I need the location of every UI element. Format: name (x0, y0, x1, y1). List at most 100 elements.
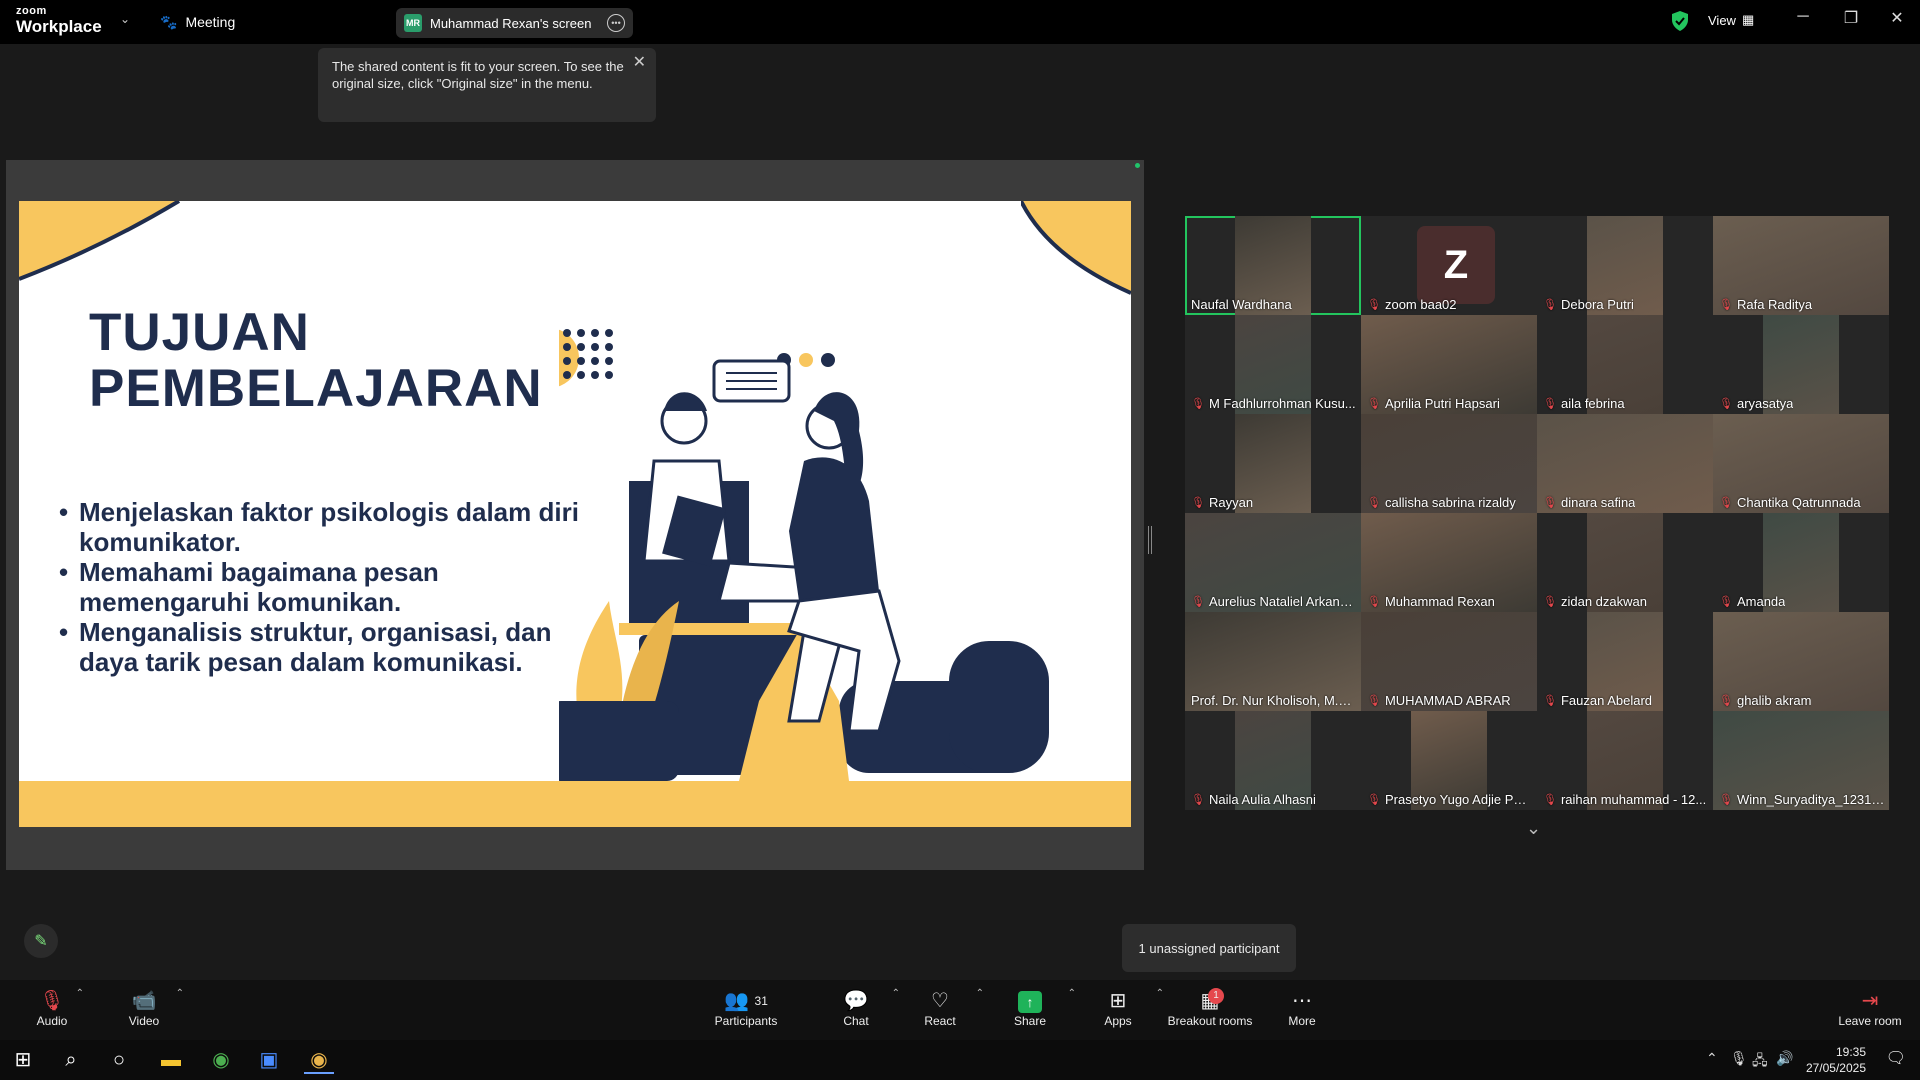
participant-tile[interactable]: 🎙 Aurelius Nataliel Arkana... (1185, 513, 1361, 612)
mic-off-icon: 🎙 (1719, 398, 1733, 410)
zoom-taskbar-icon[interactable]: ▣ (254, 1046, 284, 1074)
consultation-illustration (559, 329, 1049, 781)
participant-tile[interactable]: 🎙 dinara safina (1537, 414, 1713, 513)
chat-icon: 💬 (843, 990, 869, 1012)
notification-icon[interactable]: 🗨 (1886, 1048, 1906, 1068)
search-icon[interactable]: ⌕ (56, 1046, 86, 1074)
microphone-icon[interactable]: 🎙 (1730, 1050, 1748, 1067)
chevron-up-icon[interactable]: ⌃ (976, 988, 984, 999)
mic-off-icon: 🎙 (1367, 398, 1381, 410)
participant-name-bar: 🎙 callisha sabrina rizaldy (1367, 495, 1533, 510)
chevron-up-icon[interactable]: ⌃ (1068, 988, 1076, 999)
file-explorer-icon[interactable]: ▬ (156, 1046, 186, 1074)
participant-tile[interactable]: 🎙 MUHAMMAD ABRAR (1361, 612, 1537, 711)
shared-screen[interactable]: TUJUAN PEMBELAJARAN Menjelaskan faktor p… (6, 160, 1144, 870)
participants-count: 31 (754, 994, 768, 1008)
participant-name-bar: 🎙 aryasatya (1719, 396, 1885, 411)
participant-tile[interactable]: Naufal Wardhana (1185, 216, 1361, 315)
logo-line2: Workplace (16, 17, 102, 36)
participant-tile[interactable]: 🎙 Rafa Raditya (1713, 216, 1889, 315)
slide-title: TUJUAN PEMBELAJARAN (89, 305, 543, 417)
participant-tile[interactable]: Prof. Dr. Nur Kholisoh, M.Si... (1185, 612, 1361, 711)
participant-name: Prof. Dr. Nur Kholisoh, M.Si... (1191, 693, 1357, 708)
windows-start-icon[interactable]: ⊞ (8, 1046, 38, 1074)
volume-icon[interactable]: 🔊 (1776, 1050, 1793, 1067)
minimize-icon[interactable]: ─ (1788, 8, 1818, 26)
mic-off-icon: 🎙 (1191, 497, 1205, 509)
video-off-icon: 📹 (131, 990, 157, 1012)
participant-tile[interactable]: 🎙 raihan muhammad - 12... (1537, 711, 1713, 810)
participant-tile[interactable]: 🎙 Muhammad Rexan (1361, 513, 1537, 612)
clock-time: 19:35 (1835, 1045, 1866, 1059)
audio-button[interactable]: 🎙 Audio ⌃ (12, 988, 92, 1028)
participants-icon: 👥 31 (724, 990, 768, 1012)
participant-tile[interactable]: 🎙 aila febrina (1537, 315, 1713, 414)
mic-off-icon: 🎙 (1191, 596, 1205, 608)
chrome-icon[interactable]: ◉ (304, 1046, 334, 1074)
participants-button[interactable]: 👥 31 Participants (706, 988, 786, 1028)
resize-handle[interactable] (1148, 526, 1152, 554)
screen-share-indicator[interactable]: MR Muhammad Rexan's screen ••• (396, 8, 633, 38)
view-button[interactable]: View ▦ (1708, 12, 1754, 28)
windows-taskbar: ⊞ ⌕ ○ ▬ ◉ ▣ ◉ ⌃ 🎙 🖧 🔊 19:35 27/05/2025 🗨 (0, 1040, 1920, 1080)
apps-button[interactable]: ⊞ Apps ⌃ (1078, 988, 1164, 1028)
participant-tile[interactable]: 🎙 Winn_Suryaditya_123100... (1713, 711, 1889, 810)
chevron-down-icon[interactable]: ⌄ (1526, 818, 1541, 839)
video-button[interactable]: 📹 Video ⌃ (104, 988, 184, 1028)
close-icon[interactable]: ✕ (1882, 8, 1912, 28)
objective-item: Memahami bagaimana pesan memengaruhi kom… (59, 557, 579, 617)
participant-tile[interactable]: 🎙 Rayyan (1185, 414, 1361, 513)
participant-name: MUHAMMAD ABRAR (1384, 693, 1511, 708)
chevron-down-icon[interactable]: ⌄ (120, 12, 130, 26)
participant-tile[interactable]: 🎙 Naila Aulia Alhasni (1185, 711, 1361, 810)
participant-name-bar: 🎙 aila febrina (1543, 396, 1709, 411)
participant-tile[interactable]: 🎙 Aprilia Putri Hapsari (1361, 315, 1537, 414)
participant-tile[interactable]: 🎙 aryasatya (1713, 315, 1889, 414)
share-screen-icon: ↑ (1018, 991, 1042, 1013)
participant-name: Prasetyo Yugo Adjie Pan... (1384, 792, 1533, 807)
chat-button[interactable]: 💬 Chat ⌃ (816, 988, 900, 1028)
participant-name: zidan dzakwan (1560, 594, 1647, 609)
participant-name: ghalib akram (1736, 693, 1812, 708)
participant-tile[interactable]: 🎙 Debora Putri (1537, 216, 1713, 315)
participant-tile[interactable]: 🎙 Chantika Qatrunnada (1713, 414, 1889, 513)
objectives-list: Menjelaskan faktor psikologis dalam diri… (59, 497, 579, 677)
leave-label: Leave room (1838, 1014, 1902, 1028)
participant-name-bar: 🎙 MUHAMMAD ABRAR (1367, 693, 1533, 708)
chrome-icon[interactable]: ◉ (206, 1046, 236, 1074)
task-view-icon[interactable]: ○ (104, 1046, 134, 1074)
participant-name: Chantika Qatrunnada (1736, 495, 1861, 510)
restore-icon[interactable]: ❐ (1836, 8, 1866, 28)
participant-name: Rayyan (1208, 495, 1254, 510)
participant-tile[interactable]: 🎙 Fauzan Abelard (1537, 612, 1713, 711)
participant-tile[interactable]: 🎙 ghalib akram (1713, 612, 1889, 711)
more-options-icon[interactable]: ••• (607, 14, 625, 32)
participant-tile[interactable]: 🎙 callisha sabrina rizaldy (1361, 414, 1537, 513)
heart-icon: ♡ (931, 990, 949, 1012)
network-icon[interactable]: 🖧 (1752, 1050, 1768, 1074)
leave-room-button[interactable]: ⇥ Leave room (1830, 988, 1910, 1028)
unassigned-participant-banner[interactable]: 1 unassigned participant (1122, 924, 1296, 972)
zoom-logo[interactable]: zoom Workplace (16, 6, 106, 38)
participant-tile[interactable]: 🎙 zidan dzakwan (1537, 513, 1713, 612)
meeting-menu[interactable]: 🐾 Meeting (160, 10, 235, 34)
shield-icon[interactable] (1670, 10, 1690, 32)
chevron-up-icon[interactable]: ⌃ (892, 988, 900, 999)
chevron-up-icon[interactable]: ⌃ (176, 988, 184, 999)
system-clock[interactable]: 19:35 27/05/2025 (1806, 1044, 1866, 1076)
participant-tile[interactable]: Z 🎙 zoom baa02 (1361, 216, 1537, 315)
participant-tile[interactable]: 🎙 M Fadhlurrohman Kusu... (1185, 315, 1361, 414)
participant-tile[interactable]: 🎙 Amanda (1713, 513, 1889, 612)
react-button[interactable]: ♡ React ⌃ (900, 988, 984, 1028)
view-label: View (1708, 12, 1736, 28)
annotate-icon[interactable]: ✎ (24, 924, 58, 958)
close-icon[interactable]: ✕ (633, 54, 646, 71)
participant-name-bar: 🎙 Naila Aulia Alhasni (1191, 792, 1357, 807)
participant-name-bar: 🎙 Amanda (1719, 594, 1885, 609)
chevron-up-icon[interactable]: ⌃ (1706, 1050, 1718, 1067)
participant-tile[interactable]: 🎙 Prasetyo Yugo Adjie Pan... (1361, 711, 1537, 810)
share-button[interactable]: ↑ Share ⌃ (990, 988, 1076, 1028)
more-button[interactable]: ⋯ More (1262, 988, 1342, 1028)
chevron-up-icon[interactable]: ⌃ (76, 988, 84, 999)
breakout-rooms-button[interactable]: ▦1 Breakout rooms (1162, 988, 1258, 1028)
